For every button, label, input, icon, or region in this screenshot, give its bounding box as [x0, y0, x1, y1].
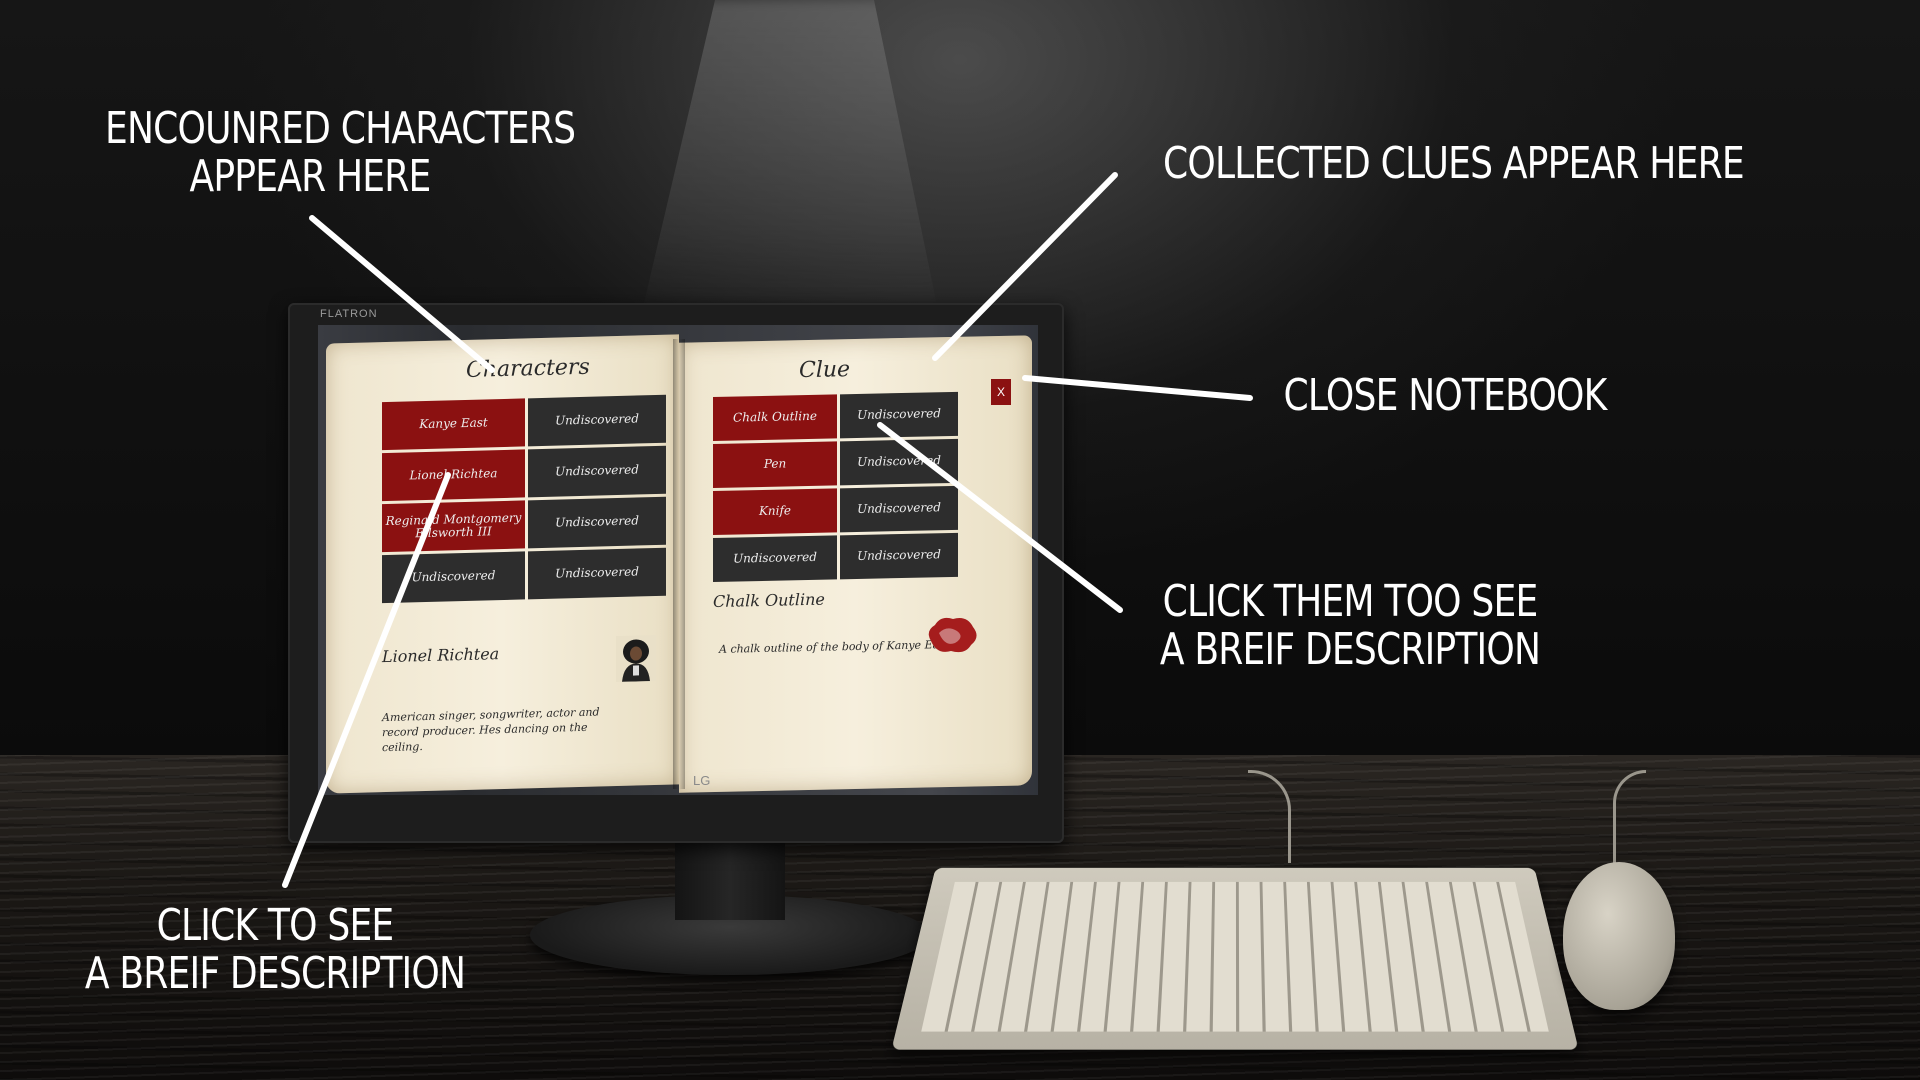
line-close [1022, 375, 1253, 401]
callout-char-click-line2: A BREIF DESCRIPTION [84, 948, 466, 999]
callout-clue-click-line2: A BREIF DESCRIPTION [1159, 624, 1541, 675]
callout-characters: ENCOUNRED CHARACTERS APPEAR HERE [105, 103, 576, 202]
line-clues [932, 172, 1118, 361]
line-char-click [282, 472, 451, 888]
callout-char-click: CLICK TO SEE A BREIF DESCRIPTION [82, 902, 467, 998]
callout-clue-click-line1: CLICK THEM TOO SEE [1162, 576, 1539, 627]
callout-characters-line1: ENCOUNRED CHARACTERS [105, 103, 576, 154]
callout-char-click-line1: CLICK TO SEE [156, 900, 395, 951]
line-clue-click [877, 422, 1123, 613]
callout-clue-click: CLICK THEM TOO SEE A BREIF DESCRIPTION [1153, 578, 1547, 674]
callout-clues: COLLECTED CLUES APPEAR HERE [1163, 138, 1745, 189]
callout-close: CLOSE NOTEBOOK [1283, 370, 1608, 421]
callout-characters-line2: APPEAR HERE [189, 151, 431, 202]
line-characters [309, 215, 495, 373]
